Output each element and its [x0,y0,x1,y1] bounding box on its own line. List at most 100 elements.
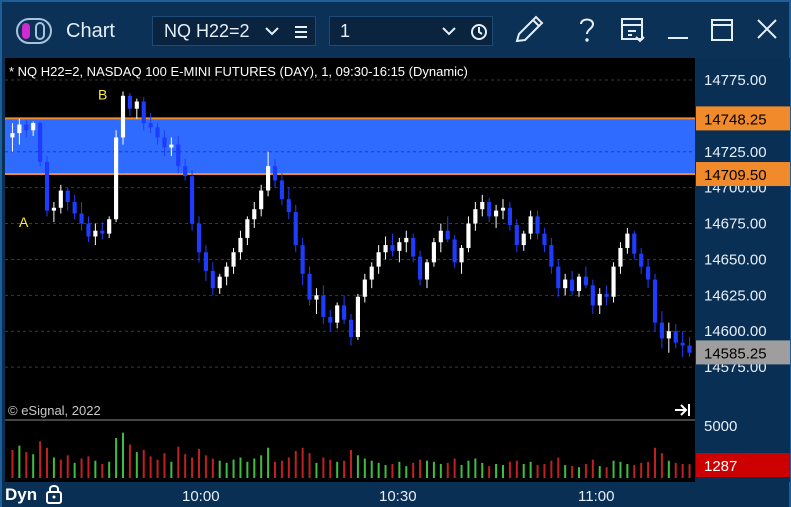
candle-body [452,239,457,263]
candle [328,309,333,332]
lock-icon[interactable] [45,484,63,504]
candle [646,259,651,289]
candle [286,187,291,220]
interval-input[interactable]: 1 [329,16,493,46]
maximize-icon[interactable] [710,18,734,42]
candle-body [155,127,160,138]
candle-body [597,293,602,306]
candle [652,273,658,332]
last-price-tag: 14585.25 [704,345,767,362]
list-icon[interactable] [294,25,308,39]
chevron-down-icon[interactable] [442,25,456,37]
candle-body [31,123,36,131]
candle [632,230,637,260]
minimize-icon[interactable] [666,16,690,42]
candle-body [397,242,402,251]
time-axis: Dyn 10:00 10:30 11:00 [2,482,789,507]
candle-body [210,270,215,289]
toggle-icon[interactable] [16,18,52,44]
candle [203,245,208,281]
zone-top-tag: 14748.25 [704,111,767,128]
candle-body [618,247,623,267]
candle-body [286,199,291,213]
candle [383,236,388,260]
close-icon[interactable] [755,17,779,41]
candle-body [611,266,616,297]
symbol-input[interactable]: NQ H22=2 [152,16,316,46]
candle [431,237,436,267]
volume-bars [11,432,691,478]
candle-body [459,247,464,263]
candle [362,273,367,303]
candle [348,313,354,346]
candle [190,170,195,231]
candle-body [190,176,195,224]
candle [355,293,360,340]
price-tick: 14625.00 [704,287,767,304]
candle-body [563,279,568,289]
candle [687,336,692,358]
candle-body [404,237,409,243]
candle [397,237,402,263]
chart-header: * NQ H22=2, NASDAQ 100 E-MINI FUTURES (D… [9,64,468,79]
candle-body [583,276,588,286]
candle [342,295,347,325]
candle [514,219,519,253]
price-chart[interactable]: 14775.0014725.0014700.0014675.0014650.00… [5,58,790,482]
candle-body [231,252,236,267]
candle-body [535,216,540,234]
candle-body [528,216,533,234]
candle-body [570,279,575,292]
candle [51,202,56,223]
candle [321,285,326,325]
chevron-down-icon[interactable] [265,25,279,37]
symbol-input-value: NQ H22=2 [164,21,250,41]
price-tick: 14600.00 [704,323,767,340]
candle-body [217,276,222,289]
candle-body [24,124,29,131]
volume-tag: 1287 [704,458,737,475]
candle [335,302,340,329]
candle [535,210,540,240]
candle [597,288,602,314]
candle [666,322,671,353]
candle-body [300,245,305,274]
interval-input-value: 1 [340,21,351,41]
candle [114,130,119,223]
candle [680,331,685,358]
candle [611,262,616,303]
candle-body [114,137,119,220]
candle-body [355,296,360,337]
candle-body [342,305,347,320]
candle-body [176,144,181,167]
candle-body [279,180,284,200]
candle [459,245,464,274]
candle-body [252,209,257,220]
help-icon[interactable] [577,16,597,44]
candle [404,230,409,253]
candle-body [556,266,561,289]
scroll-to-end-icon[interactable] [675,404,690,416]
candle-body [183,166,188,177]
candle-body [38,123,43,162]
candle [424,259,430,289]
price-tick: 14675.00 [704,216,767,233]
template-icon[interactable] [619,16,647,44]
candle-body [383,245,388,253]
candle [500,199,506,220]
candle-body [424,262,430,280]
candle-body [51,207,56,211]
candle [314,288,319,314]
time-tick: 10:30 [379,488,417,505]
dynamic-mode-label[interactable]: Dyn [5,485,37,505]
candle [307,266,312,306]
candle-body [680,342,685,346]
candle [528,210,533,240]
candle-body [238,237,243,253]
clock-icon[interactable] [470,23,488,41]
candle [542,227,547,253]
pencil-icon[interactable] [512,14,546,46]
candle-body [445,230,450,240]
candle-body [169,144,174,148]
candle [563,273,568,296]
